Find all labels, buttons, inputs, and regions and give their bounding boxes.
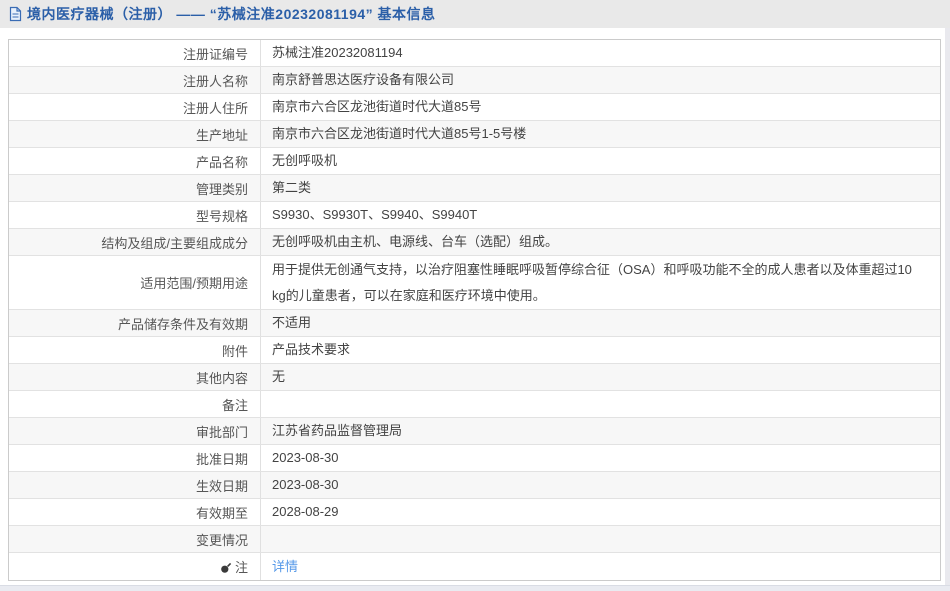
- row-label: 产品储存条件及有效期: [9, 310, 261, 336]
- row-value: 不适用: [272, 310, 311, 336]
- table-row-change-status: 变更情况: [9, 526, 940, 553]
- row-value: 产品技术要求: [272, 337, 350, 363]
- row-label: 有效期至: [9, 499, 261, 525]
- row-value: 苏械注准20232081194: [272, 40, 403, 66]
- row-value: 无: [272, 364, 285, 390]
- row-label: 其他内容: [9, 364, 261, 390]
- row-label: 管理类别: [9, 175, 261, 201]
- table-row-other-content: 其他内容 无: [9, 364, 940, 391]
- table-row-structure: 结构及组成/主要组成成分 无创呼吸机由主机、电源线、台车（选配）组成。: [9, 229, 940, 256]
- table-row-product-name: 产品名称 无创呼吸机: [9, 148, 940, 175]
- pin-icon: [220, 562, 232, 574]
- row-value: 用于提供无创通气支持，以治疗阻塞性睡眠呼吸暂停综合征（OSA）和呼吸功能不全的成…: [272, 257, 922, 309]
- row-label: 变更情况: [9, 526, 261, 552]
- row-label: 附件: [9, 337, 261, 363]
- row-value: 南京市六合区龙池街道时代大道85号1-5号楼: [272, 121, 526, 147]
- row-label: 适用范围/预期用途: [9, 256, 261, 309]
- table-row-effective-date: 生效日期 2023-08-30: [9, 472, 940, 499]
- row-label: 型号规格: [9, 202, 261, 228]
- row-value: 2023-08-30: [272, 445, 339, 471]
- row-value: 南京舒普思达医疗设备有限公司: [272, 67, 454, 93]
- page-bottom-strip: [0, 585, 950, 591]
- row-label: 结构及组成/主要组成成分: [9, 229, 261, 255]
- row-label: 审批部门: [9, 418, 261, 444]
- row-value: 南京市六合区龙池街道时代大道85号: [272, 94, 481, 120]
- row-label: 产品名称: [9, 148, 261, 174]
- row-value: 江苏省药品监督管理局: [272, 418, 402, 444]
- row-value: 无创呼吸机: [272, 148, 337, 174]
- row-value: S9930、S9930T、S9940、S9940T: [272, 202, 477, 228]
- row-value: 2023-08-30: [272, 472, 339, 498]
- document-icon: [9, 6, 22, 22]
- row-label: 批准日期: [9, 445, 261, 471]
- row-value: 第二类: [272, 175, 311, 201]
- row-label: 注册证编号: [9, 40, 261, 66]
- table-row-approval-date: 批准日期 2023-08-30: [9, 445, 940, 472]
- table-row-registrant-name: 注册人名称 南京舒普思达医疗设备有限公司: [9, 67, 940, 94]
- table-row-registrant-address: 注册人住所 南京市六合区龙池街道时代大道85号: [9, 94, 940, 121]
- row-label: 生效日期: [9, 472, 261, 498]
- row-label: 注册人名称: [9, 67, 261, 93]
- table-row-approval-department: 审批部门 江苏省药品监督管理局: [9, 418, 940, 445]
- table-row-storage-conditions: 产品储存条件及有效期 不适用: [9, 310, 940, 337]
- row-label: 生产地址: [9, 121, 261, 147]
- table-row-model-spec: 型号规格 S9930、S9930T、S9940、S9940T: [9, 202, 940, 229]
- details-link[interactable]: 详情: [272, 554, 298, 580]
- row-value: 2028-08-29: [272, 499, 339, 525]
- row-label: 注册人住所: [9, 94, 261, 120]
- table-row-management-class: 管理类别 第二类: [9, 175, 940, 202]
- row-value: 无创呼吸机由主机、电源线、台车（选配）组成。: [272, 229, 558, 255]
- row-label: 备注: [9, 391, 261, 417]
- table-row-intended-use: 适用范围/预期用途 用于提供无创通气支持，以治疗阻塞性睡眠呼吸暂停综合征（OSA…: [9, 256, 940, 310]
- scrollbar-track[interactable]: [945, 28, 950, 585]
- registration-info-table: 注册证编号 苏械注准20232081194 注册人名称 南京舒普思达医疗设备有限…: [8, 39, 941, 581]
- table-row-remarks: 备注: [9, 391, 940, 418]
- row-label: 注: [235, 557, 248, 576]
- table-row-reg-number: 注册证编号 苏械注准20232081194: [9, 40, 940, 67]
- table-row-production-address: 生产地址 南京市六合区龙池街道时代大道85号1-5号楼: [9, 121, 940, 148]
- title-bar: 境内医疗器械（注册） —— “苏械注准20232081194” 基本信息: [0, 0, 950, 28]
- table-row-attachments: 附件 产品技术要求: [9, 337, 940, 364]
- table-row-expiry-date: 有效期至 2028-08-29: [9, 499, 940, 526]
- page-title: 境内医疗器械（注册） —— “苏械注准20232081194” 基本信息: [27, 4, 436, 24]
- table-row-note: 注 详情: [9, 553, 940, 580]
